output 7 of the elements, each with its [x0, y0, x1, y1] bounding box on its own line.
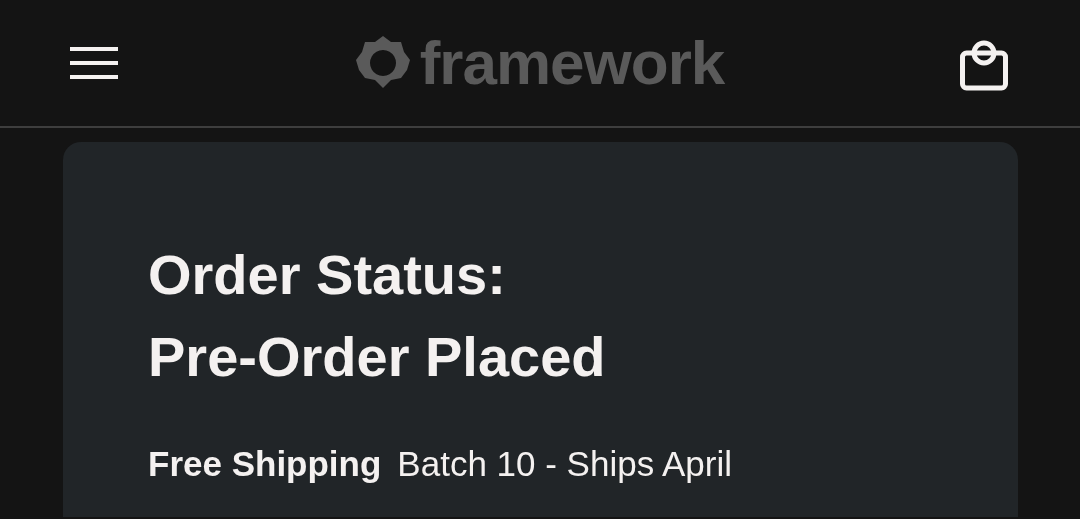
menu-icon [70, 46, 118, 80]
menu-button[interactable] [70, 46, 118, 80]
shipping-label: Free Shipping [148, 443, 382, 485]
order-status-value: Pre-Order Placed [148, 324, 607, 390]
order-status-heading: Order Status: [148, 242, 507, 308]
shipping-detail: Batch 10 - Ships April [397, 443, 732, 485]
logo-text[interactable]: framework [419, 32, 725, 94]
